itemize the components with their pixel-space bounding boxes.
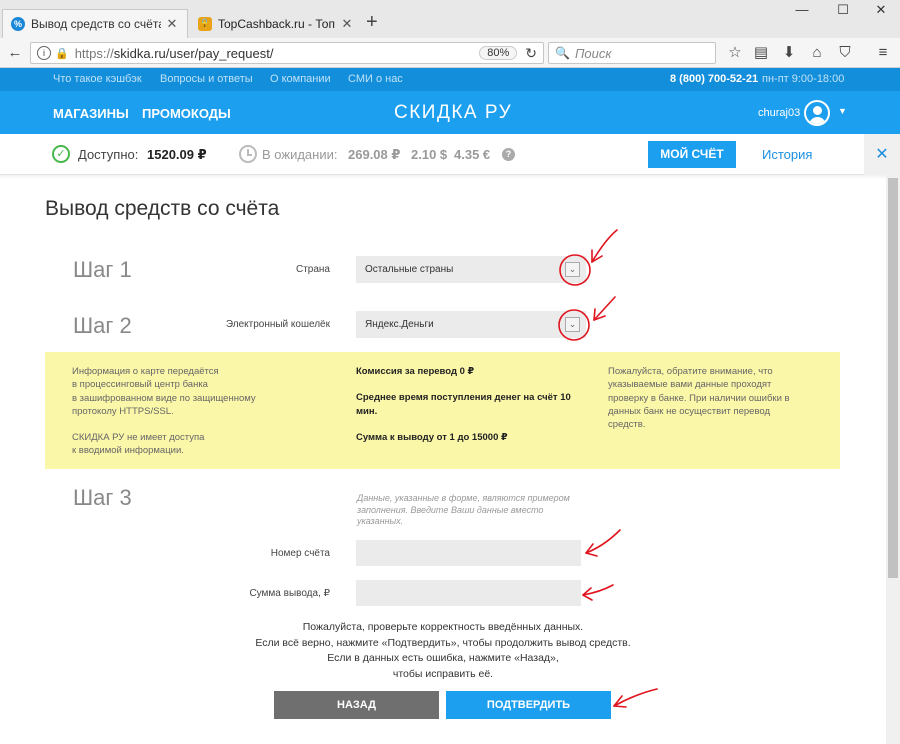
pending-usd: 2.10 $ bbox=[411, 147, 448, 162]
arrow-annotation bbox=[582, 584, 614, 596]
pocket-icon[interactable]: ⛉ bbox=[834, 43, 856, 63]
pending-rub: 269.08 ₽ bbox=[348, 147, 401, 162]
search-input[interactable]: 🔍 Поиск bbox=[548, 42, 716, 64]
browser-tab-bar: % Вывод средств со счёта | С ✕ 🔒 TopCash… bbox=[0, 0, 900, 38]
account-number-field[interactable] bbox=[356, 540, 581, 566]
nav-promocodes[interactable]: ПРОМОКОДЫ bbox=[142, 106, 231, 121]
lock-icon: 🔒 bbox=[198, 16, 212, 31]
site-top-strip: Что такое кэшбэк Вопросы и ответы О комп… bbox=[0, 68, 900, 91]
account-number-label: Номер счёта bbox=[270, 548, 330, 559]
username[interactable]: churaj03 bbox=[758, 107, 800, 119]
country-label: Страна bbox=[295, 264, 330, 275]
close-tab-icon[interactable]: ✕ bbox=[165, 16, 179, 32]
wallet-value: Яндекс.Деньги bbox=[365, 319, 434, 330]
close-icon[interactable]: ✕ bbox=[864, 134, 900, 175]
wallet-select[interactable]: Яндекс.Деньги ⌄ bbox=[356, 311, 586, 338]
site-logo[interactable]: СКИДКА РУ bbox=[394, 102, 512, 124]
maximize-button[interactable]: ☐ bbox=[828, 2, 858, 18]
arrow-annotation bbox=[585, 529, 621, 554]
amount-label: Сумма вывода, ₽ bbox=[249, 588, 330, 599]
close-tab-icon[interactable]: ✕ bbox=[340, 16, 354, 32]
step3-heading: Шаг 3 bbox=[73, 485, 132, 510]
reload-icon[interactable]: ↻ bbox=[525, 45, 537, 62]
close-window-button[interactable]: ✕ bbox=[866, 2, 896, 18]
reading-list-icon[interactable]: ▤ bbox=[750, 43, 772, 63]
url-text[interactable]: https://skidka.ru/user/pay_request/ bbox=[75, 46, 480, 61]
new-tab-button[interactable]: + bbox=[366, 12, 378, 32]
country-value: Остальные страны bbox=[365, 264, 454, 275]
bookmark-star-icon[interactable]: ☆ bbox=[724, 43, 746, 63]
menu-icon[interactable]: ≡ bbox=[872, 43, 894, 63]
help-icon[interactable]: ? bbox=[502, 148, 515, 161]
country-select[interactable]: Остальные страны ⌄ bbox=[356, 256, 586, 283]
padlock-icon: 🔒 bbox=[55, 47, 69, 60]
search-icon: 🔍 bbox=[555, 46, 570, 60]
confirm-button[interactable]: ПОДТВЕРДИТЬ bbox=[446, 691, 611, 719]
nav-shops[interactable]: МАГАЗИНЫ bbox=[53, 106, 129, 121]
arrow-annotation bbox=[593, 296, 616, 321]
downloads-icon[interactable]: ⬇ bbox=[778, 43, 800, 63]
percent-icon: % bbox=[11, 17, 25, 31]
wallet-label: Электронный кошелёк bbox=[225, 319, 330, 330]
tab-title: TopCashback.ru - Топ лучш bbox=[218, 16, 336, 31]
my-account-button[interactable]: МОЙ СЧЁТ bbox=[648, 141, 736, 168]
avatar[interactable] bbox=[804, 100, 830, 126]
browser-nav-bar: ← i 🔒 https://skidka.ru/user/pay_request… bbox=[0, 38, 900, 68]
pending-label: В ожидании: bbox=[262, 147, 338, 162]
amount-field[interactable] bbox=[356, 580, 581, 606]
balance-bar: ✓ Доступно: 1520.09 ₽ В ожидании: 269.08… bbox=[0, 134, 900, 175]
step2-heading: Шаг 2 bbox=[73, 313, 132, 338]
tab-title: Вывод средств со счёта | С bbox=[31, 17, 161, 31]
chevron-down-icon[interactable]: ⌄ bbox=[565, 317, 580, 332]
site-main-header: МАГАЗИНЫ ПРОМОКОДЫ СКИДКА РУ churaj03 ▼ bbox=[0, 91, 900, 134]
arrow-annotation bbox=[613, 688, 658, 707]
scrollbar-thumb[interactable] bbox=[888, 178, 898, 578]
confirmation-note: Пожалуйста, проверьте корректность введё… bbox=[255, 621, 631, 680]
link-press[interactable]: СМИ о нас bbox=[348, 73, 403, 85]
page-title: Вывод средств со счёта bbox=[45, 197, 280, 220]
security-info-text: Информация о карте передаётся в процессин… bbox=[72, 366, 256, 457]
address-bar[interactable]: i 🔒 https://skidka.ru/user/pay_request/ … bbox=[30, 42, 544, 64]
commission-info-text: Комиссия за перевод 0 ₽ Среднее время пос… bbox=[356, 366, 571, 443]
tab-topcashback[interactable]: 🔒 TopCashback.ru - Топ лучш ✕ bbox=[190, 9, 362, 38]
search-placeholder: Поиск bbox=[574, 45, 612, 61]
info-panel: Информация о карте передаётся в процессин… bbox=[45, 352, 840, 469]
link-about[interactable]: О компании bbox=[270, 73, 331, 85]
back-arrow-icon[interactable]: ← bbox=[4, 43, 26, 63]
info-icon[interactable]: i bbox=[37, 46, 51, 60]
tab-withdraw[interactable]: % Вывод средств со счёта | С ✕ bbox=[2, 9, 188, 38]
link-what-is-cashback[interactable]: Что такое кэшбэк bbox=[53, 73, 142, 85]
form-example-hint: Данные, указанные в форме, являются прим… bbox=[357, 493, 570, 526]
zoom-indicator[interactable]: 80% bbox=[479, 46, 518, 60]
phone-number: 8 (800) 700-52-21 bbox=[670, 73, 759, 85]
arrow-annotation bbox=[591, 229, 618, 263]
clock-icon bbox=[239, 145, 257, 163]
available-value: 1520.09 ₽ bbox=[147, 147, 207, 162]
home-icon[interactable]: ⌂ bbox=[806, 43, 828, 63]
step1-heading: Шаг 1 bbox=[73, 257, 132, 282]
chevron-down-icon[interactable]: ⌄ bbox=[565, 262, 580, 277]
chevron-down-icon[interactable]: ▼ bbox=[838, 106, 847, 116]
available-label: Доступно: bbox=[78, 147, 139, 162]
pending-eur: 4.35 € bbox=[454, 147, 491, 162]
bank-check-info-text: Пожалуйста, обратите внимание, что указыв… bbox=[608, 366, 790, 431]
history-link[interactable]: История bbox=[762, 147, 812, 162]
back-button[interactable]: НАЗАД bbox=[274, 691, 439, 719]
link-faq[interactable]: Вопросы и ответы bbox=[160, 73, 253, 85]
working-hours: пн-пт 9:00-18:00 bbox=[762, 73, 845, 85]
minimize-button[interactable]: — bbox=[787, 2, 817, 17]
check-circle-icon: ✓ bbox=[52, 145, 70, 163]
